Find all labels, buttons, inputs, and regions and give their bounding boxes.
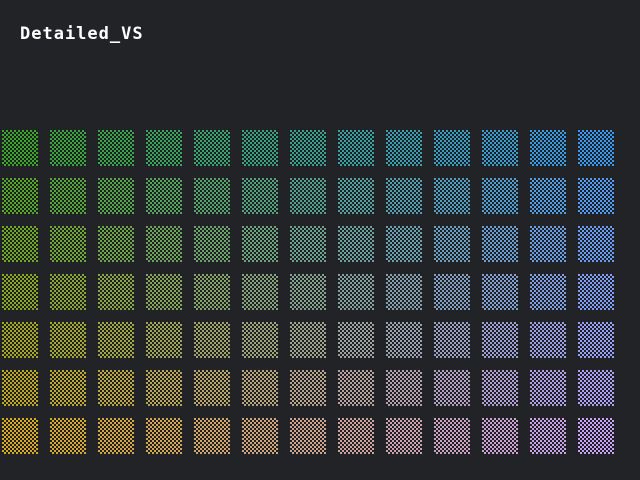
color-swatch bbox=[2, 418, 38, 454]
color-swatch bbox=[386, 370, 422, 406]
color-swatch bbox=[578, 130, 614, 166]
color-swatch bbox=[338, 322, 374, 358]
color-swatch bbox=[50, 274, 86, 310]
color-swatch bbox=[338, 130, 374, 166]
color-swatch bbox=[386, 226, 422, 262]
color-swatch bbox=[386, 418, 422, 454]
color-swatch bbox=[338, 226, 374, 262]
color-swatch bbox=[482, 274, 518, 310]
color-swatch bbox=[434, 322, 470, 358]
color-swatch bbox=[530, 370, 566, 406]
app-title: Detailed_VS bbox=[20, 24, 144, 44]
color-swatch bbox=[194, 130, 230, 166]
color-swatch bbox=[578, 178, 614, 214]
color-swatch bbox=[386, 130, 422, 166]
color-swatch bbox=[386, 322, 422, 358]
color-swatch bbox=[578, 322, 614, 358]
color-swatch bbox=[290, 274, 326, 310]
color-swatch bbox=[98, 322, 134, 358]
color-swatch bbox=[194, 370, 230, 406]
color-swatch bbox=[194, 226, 230, 262]
color-swatch bbox=[98, 274, 134, 310]
color-swatch bbox=[482, 178, 518, 214]
color-swatch bbox=[2, 130, 38, 166]
color-swatch bbox=[290, 130, 326, 166]
color-swatch bbox=[530, 178, 566, 214]
color-swatch bbox=[482, 370, 518, 406]
color-swatch bbox=[290, 178, 326, 214]
color-swatch bbox=[290, 370, 326, 406]
color-swatch bbox=[50, 178, 86, 214]
color-swatch bbox=[242, 130, 278, 166]
color-swatch bbox=[242, 226, 278, 262]
color-swatch bbox=[482, 130, 518, 166]
color-swatch bbox=[146, 370, 182, 406]
color-swatch bbox=[482, 418, 518, 454]
color-swatch bbox=[530, 130, 566, 166]
color-swatch bbox=[290, 322, 326, 358]
color-swatch bbox=[578, 370, 614, 406]
color-swatch bbox=[530, 226, 566, 262]
color-swatch bbox=[434, 130, 470, 166]
color-swatch bbox=[194, 418, 230, 454]
color-swatch bbox=[578, 418, 614, 454]
color-swatch bbox=[50, 322, 86, 358]
color-swatch bbox=[482, 226, 518, 262]
color-swatch bbox=[146, 274, 182, 310]
color-swatch bbox=[98, 226, 134, 262]
color-swatch bbox=[146, 178, 182, 214]
color-swatch bbox=[98, 370, 134, 406]
color-swatch bbox=[434, 418, 470, 454]
color-swatch bbox=[242, 418, 278, 454]
color-swatch bbox=[146, 418, 182, 454]
color-swatch bbox=[2, 178, 38, 214]
color-swatch bbox=[242, 322, 278, 358]
color-swatch bbox=[434, 370, 470, 406]
color-swatch bbox=[338, 418, 374, 454]
color-swatch bbox=[338, 178, 374, 214]
color-swatch bbox=[98, 178, 134, 214]
color-swatch bbox=[434, 178, 470, 214]
color-swatch bbox=[50, 226, 86, 262]
color-swatch bbox=[338, 370, 374, 406]
color-swatch bbox=[2, 274, 38, 310]
color-swatch bbox=[194, 322, 230, 358]
color-swatch bbox=[98, 130, 134, 166]
color-swatch bbox=[146, 322, 182, 358]
color-swatch bbox=[338, 274, 374, 310]
color-swatch bbox=[2, 370, 38, 406]
color-swatch bbox=[290, 226, 326, 262]
color-swatch bbox=[50, 418, 86, 454]
color-swatch bbox=[242, 370, 278, 406]
color-swatch bbox=[530, 418, 566, 454]
color-swatch bbox=[434, 226, 470, 262]
color-swatch bbox=[290, 418, 326, 454]
color-swatch bbox=[530, 322, 566, 358]
color-swatch bbox=[194, 178, 230, 214]
color-swatch bbox=[530, 274, 566, 310]
color-swatch bbox=[146, 226, 182, 262]
color-swatch bbox=[578, 274, 614, 310]
color-swatch bbox=[2, 226, 38, 262]
color-swatch bbox=[146, 130, 182, 166]
color-swatch bbox=[50, 130, 86, 166]
color-swatch bbox=[194, 274, 230, 310]
color-swatch bbox=[2, 322, 38, 358]
color-swatch bbox=[98, 418, 134, 454]
color-swatch bbox=[482, 322, 518, 358]
color-swatch bbox=[434, 274, 470, 310]
color-swatch bbox=[386, 274, 422, 310]
color-swatch bbox=[578, 226, 614, 262]
color-swatch bbox=[242, 274, 278, 310]
color-swatch bbox=[386, 178, 422, 214]
color-swatch bbox=[242, 178, 278, 214]
color-swatch bbox=[50, 370, 86, 406]
